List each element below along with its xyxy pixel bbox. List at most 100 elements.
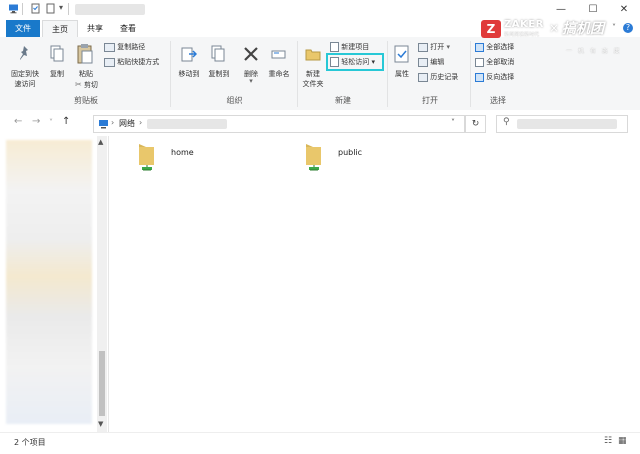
- pin-label-2: 速访问: [14, 80, 36, 88]
- search-placeholder: [517, 119, 617, 129]
- clipboard-group-label: 剪贴板: [74, 96, 98, 105]
- network-folder-icon: [139, 144, 154, 171]
- details-view-icon[interactable]: ☷: [604, 436, 612, 446]
- pin-label-1: 固定到快: [11, 70, 39, 78]
- open-icon: [418, 42, 428, 52]
- new-item-button[interactable]: 新建项目: [330, 42, 369, 52]
- breadcrumb-server[interactable]: [147, 119, 227, 129]
- copy-to-icon: [211, 45, 225, 62]
- new-folder-button[interactable]: 新建 文件夹: [300, 43, 326, 91]
- open-button[interactable]: 打开 ▾: [418, 42, 450, 52]
- new-item-label: 新建项目: [341, 43, 370, 51]
- window-title: [75, 4, 145, 15]
- zaker-logo-icon: Z: [481, 20, 501, 38]
- item-count: 2 个项目: [14, 438, 46, 447]
- invert-selection-button[interactable]: 反向选择: [475, 72, 514, 82]
- scroll-up-icon[interactable]: ▲: [98, 138, 103, 146]
- watermark-cross: ×: [549, 21, 560, 35]
- help-icon[interactable]: ?: [623, 23, 633, 33]
- scissors-icon: ✂: [75, 80, 82, 89]
- back-arrow-icon[interactable]: ←: [14, 116, 22, 127]
- copy-to-label: 复制到: [208, 70, 230, 78]
- copy-path-button[interactable]: 复制路径: [104, 42, 145, 52]
- folder-item[interactable]: home: [135, 142, 245, 174]
- properties-icon[interactable]: [30, 3, 41, 14]
- paste-button[interactable]: 粘贴: [72, 41, 100, 83]
- select-none-label: 全部取消: [486, 58, 515, 66]
- paste-shortcut-label: 粘贴快捷方式: [117, 58, 160, 66]
- select-all-icon: [475, 42, 484, 52]
- delete-button[interactable]: 删除 ▾: [240, 43, 262, 89]
- breadcrumb-separator: ›: [111, 118, 115, 127]
- easy-access-dropdown-icon: ▾: [371, 58, 375, 66]
- scroll-down-icon[interactable]: ▼: [98, 420, 103, 428]
- search-input[interactable]: ⚲: [496, 115, 628, 133]
- select-none-button[interactable]: 全部取消: [475, 57, 514, 67]
- refresh-button[interactable]: ↻: [465, 115, 486, 133]
- folder-name: home: [171, 148, 194, 157]
- select-all-button[interactable]: 全部选择: [475, 42, 514, 52]
- title-bar: ▾ — ☐ ✕: [0, 0, 640, 20]
- copy-to-button[interactable]: 复制到: [206, 43, 232, 85]
- recent-locations-icon[interactable]: ˅: [49, 118, 53, 127]
- history-icon: [418, 72, 428, 82]
- new-folder-icon: [305, 49, 321, 61]
- content-area[interactable]: home public: [109, 136, 640, 432]
- folder-item[interactable]: public: [302, 142, 412, 174]
- tab-file[interactable]: 文件: [6, 20, 40, 37]
- rename-label: 重命名: [268, 70, 290, 78]
- close-button[interactable]: ✕: [608, 0, 640, 20]
- minimize-button[interactable]: —: [545, 0, 577, 20]
- properties-button[interactable]: 属性: [390, 43, 414, 85]
- easy-access-label: 轻松访问: [341, 58, 370, 66]
- paste-shortcut-button[interactable]: 粘贴快捷方式: [104, 57, 159, 67]
- address-dropdown-icon[interactable]: ˅: [451, 118, 455, 127]
- easy-access-button[interactable]: 轻松访问 ▾: [330, 57, 375, 67]
- nav-scrollbar[interactable]: ▲ ▼: [97, 136, 107, 432]
- folder-name: public: [338, 148, 363, 157]
- breadcrumb-network[interactable]: 网络: [119, 118, 135, 129]
- status-bar: 2 个项目 ☷ ▦: [0, 432, 640, 454]
- open-group-label: 打开: [422, 96, 438, 105]
- open-label: 打开: [430, 43, 445, 51]
- delete-dropdown-icon: ▾: [249, 77, 253, 85]
- history-button[interactable]: 历史记录: [418, 72, 458, 82]
- up-arrow-icon[interactable]: ↑: [62, 116, 70, 127]
- tab-view[interactable]: 查看: [113, 20, 143, 37]
- edit-button[interactable]: 编辑: [418, 57, 444, 67]
- navigation-pane[interactable]: ▲ ▼: [0, 136, 109, 432]
- cut-button[interactable]: ✂ 剪切: [75, 80, 98, 90]
- paste-shortcut-icon: [104, 57, 115, 67]
- ribbon-collapse-icon[interactable]: ˅: [612, 23, 616, 32]
- pin-to-quick-access-button[interactable]: 固定到快 速访问: [6, 43, 42, 91]
- easy-access-icon: [330, 57, 339, 67]
- move-to-icon: [181, 47, 197, 62]
- copy-icon: [50, 45, 64, 62]
- zaker-subtitle: 新闻阅读新时代: [504, 32, 540, 38]
- nav-scrollbar-thumb[interactable]: [99, 351, 105, 416]
- ribbon: 固定到快 速访问 复制 粘贴 复制路径 粘贴快捷方式 ✂ 剪切 剪贴板 移动到: [0, 37, 640, 111]
- gaojituan-subtitle: 一 机 有 态 度: [566, 48, 622, 55]
- forward-arrow-icon[interactable]: →: [32, 116, 40, 127]
- rename-button[interactable]: 重命名: [264, 43, 294, 85]
- quick-access-dropdown-icon[interactable]: ▾: [59, 3, 63, 12]
- maximize-button[interactable]: ☐: [577, 0, 609, 20]
- large-icons-view-icon[interactable]: ▦: [618, 436, 627, 446]
- move-to-button[interactable]: 移动到: [176, 43, 202, 85]
- properties-large-icon: [394, 45, 409, 63]
- new-folder-label-1: 新建: [306, 70, 320, 78]
- move-to-label: 移动到: [178, 70, 200, 78]
- select-none-icon: [475, 57, 484, 67]
- pin-icon: [20, 46, 28, 60]
- copy-button[interactable]: 复制: [45, 43, 69, 83]
- new-folder-quick-icon[interactable]: [45, 3, 56, 14]
- cut-label: 剪切: [83, 81, 98, 89]
- address-bar[interactable]: › 网络 › ˅: [93, 115, 465, 133]
- tab-home[interactable]: 主页: [42, 20, 78, 37]
- paste-icon: [77, 44, 93, 64]
- edit-label: 编辑: [430, 58, 445, 66]
- open-dropdown-icon: ▾: [446, 43, 450, 51]
- tab-share[interactable]: 共享: [80, 20, 110, 37]
- new-folder-label-2: 文件夹: [302, 80, 324, 88]
- edit-icon: [418, 57, 428, 67]
